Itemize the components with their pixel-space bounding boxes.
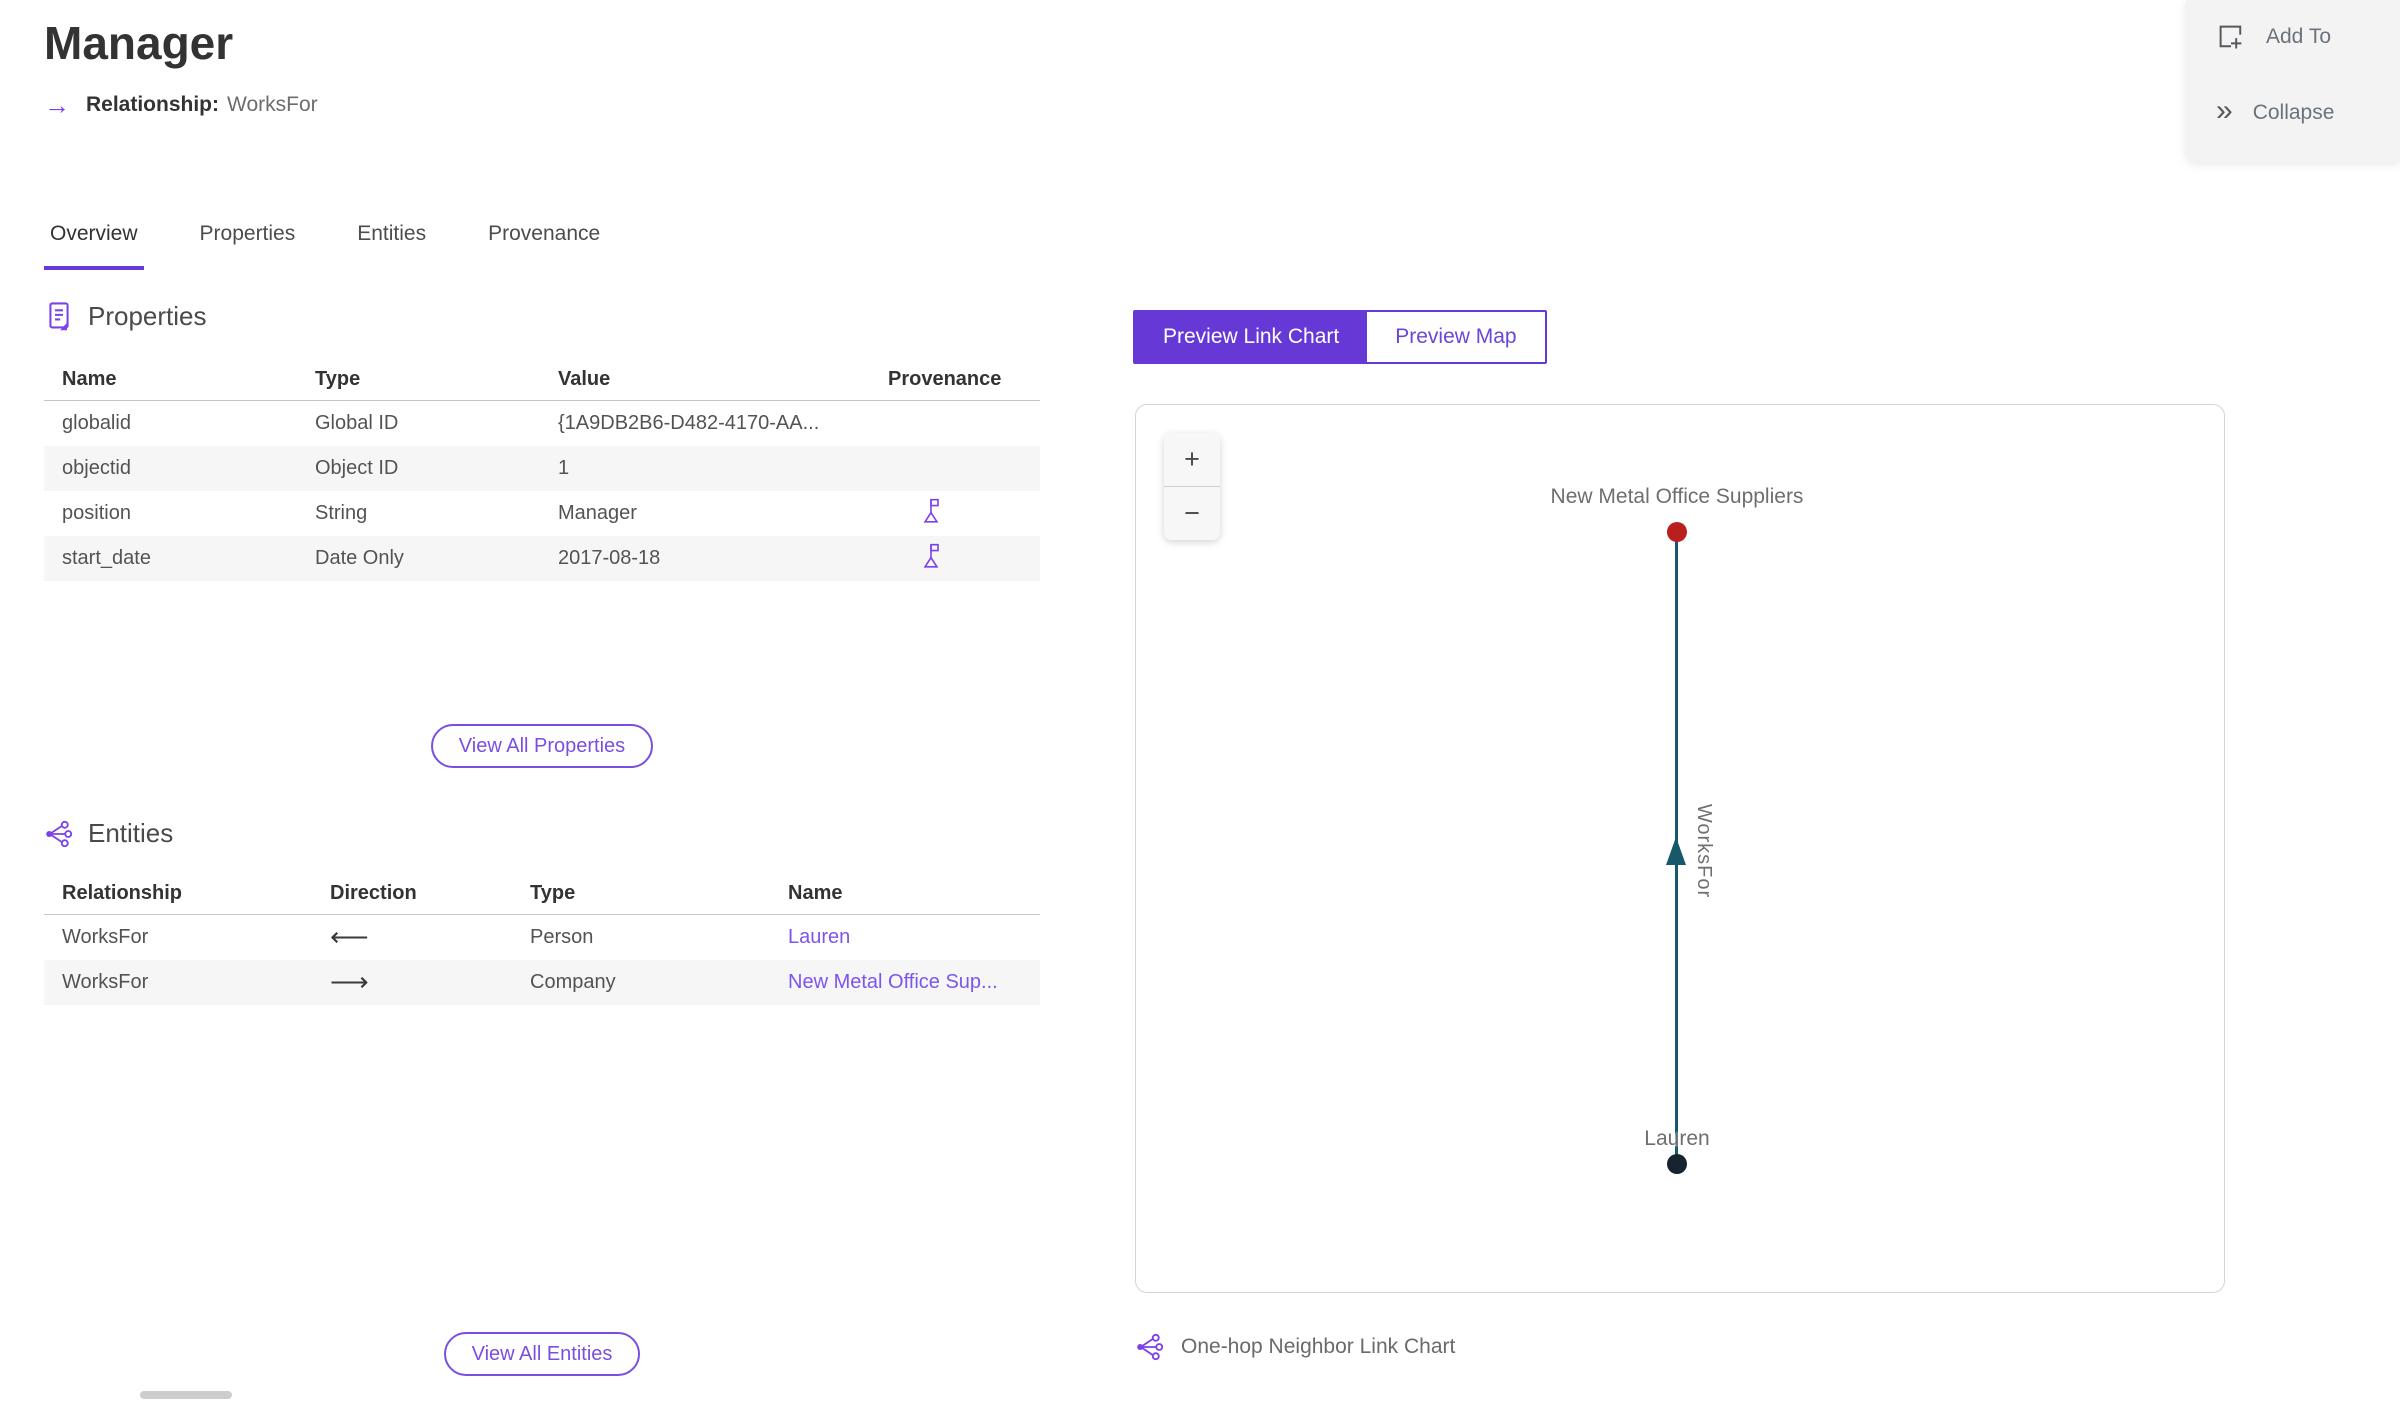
direction-left-arrow-icon: ⟵ [330, 922, 369, 952]
relationship-value: WorksFor [227, 93, 318, 116]
node-label-company: New Metal Office Suppliers [1550, 485, 1804, 508]
chart-caption-label: One-hop Neighbor Link Chart [1181, 1335, 1456, 1358]
collapse-button[interactable]: » Collapse [2216, 96, 2335, 126]
entities-section-heading: Entities [44, 818, 173, 849]
prop-value: 2017-08-18 [558, 547, 661, 569]
prop-type: Date Only [315, 547, 404, 569]
view-all-properties-button[interactable]: View All Properties [430, 724, 654, 768]
collapse-icon: » [2216, 94, 2233, 127]
properties-section-heading: Properties [44, 300, 207, 332]
entities-icon [44, 819, 74, 849]
entities-table-header: Relationship Direction Type Name [44, 872, 1040, 915]
prop-name: objectid [62, 457, 131, 479]
provenance-flag-icon[interactable] [920, 497, 942, 525]
col-name: Name [788, 881, 843, 904]
add-to-label: Add To [2266, 25, 2331, 48]
provenance-flag-icon[interactable] [920, 542, 942, 570]
entity-relationship: WorksFor [62, 926, 149, 948]
prop-name: position [62, 502, 131, 524]
prop-name: start_date [62, 547, 151, 569]
node-company[interactable] [1667, 522, 1687, 542]
direction-right-arrow-icon: ⟶ [330, 967, 369, 997]
one-hop-link-chart-icon [1135, 1332, 1165, 1362]
action-panel: Add To » Collapse [2186, 0, 2400, 162]
page-title: Manager [44, 17, 234, 69]
tab-bar: Overview Properties Entities Provenance [44, 222, 606, 270]
prop-name: globalid [62, 412, 131, 434]
col-name: Name [62, 367, 117, 390]
chart-caption: One-hop Neighbor Link Chart [1135, 1332, 1455, 1362]
table-row: start_date Date Only 2017-08-18 [44, 536, 1040, 581]
col-direction: Direction [330, 881, 417, 904]
prop-type: Global ID [315, 412, 399, 434]
horizontal-scrollbar[interactable] [140, 1391, 232, 1399]
entities-section-title: Entities [88, 818, 174, 848]
properties-section-title: Properties [88, 300, 207, 331]
relationship-arrow-icon: → [44, 90, 70, 120]
col-type: Type [315, 367, 361, 390]
zoom-out-button[interactable]: − [1164, 486, 1220, 540]
table-row: globalid Global ID {1A9DB2B6-D482-4170-A… [44, 401, 1040, 446]
relationship-label: Relationship: [86, 93, 220, 116]
prop-value: Manager [558, 502, 637, 524]
prop-value: {1A9DB2B6-D482-4170-AA... [558, 412, 820, 434]
entity-type: Company [530, 971, 616, 993]
col-value: Value [558, 367, 611, 390]
prop-type: Object ID [315, 457, 399, 479]
relationship-subtitle: → Relationship: WorksFor [44, 92, 318, 118]
preview-toggle: Preview Link Chart Preview Map [1133, 310, 1547, 364]
entity-relationship: WorksFor [62, 971, 149, 993]
node-person[interactable] [1667, 1154, 1687, 1174]
properties-table-header: Name Type Value Provenance [44, 358, 1040, 401]
table-row: WorksFor ⟶ Company New Metal Office Sup.… [44, 960, 1040, 1005]
preview-map-button[interactable]: Preview Map [1367, 312, 1545, 362]
entity-name-link[interactable]: Lauren [788, 926, 1040, 949]
tab-entities[interactable]: Entities [351, 222, 432, 270]
properties-table: Name Type Value Provenance globalid Glob… [44, 358, 1040, 581]
tab-provenance[interactable]: Provenance [482, 222, 606, 270]
link-chart-canvas[interactable]: + − WorksFor New Metal Office Suppliers … [1135, 404, 2225, 1293]
edge-arrowhead-icon [1666, 837, 1686, 865]
col-relationship: Relationship [62, 881, 183, 904]
zoom-in-button[interactable]: + [1164, 433, 1220, 486]
table-row: WorksFor ⟵ Person Lauren [44, 915, 1040, 960]
entities-table: Relationship Direction Type Name WorksFo… [44, 872, 1040, 1005]
relationship-detail-page: Manager → Relationship: WorksFor Add To … [0, 0, 2400, 1401]
col-type: Type [530, 881, 576, 904]
view-all-entities-button[interactable]: View All Entities [443, 1332, 641, 1376]
edge-label: WorksFor [1693, 803, 1715, 899]
entity-name-link[interactable]: New Metal Office Sup... [788, 971, 1040, 994]
col-provenance: Provenance [888, 367, 1002, 390]
entity-type: Person [530, 926, 594, 948]
table-row: objectid Object ID 1 [44, 446, 1040, 491]
table-row: position String Manager [44, 491, 1040, 536]
preview-link-chart-button[interactable]: Preview Link Chart [1135, 312, 1368, 362]
prop-type: String [315, 502, 368, 524]
properties-icon [44, 300, 74, 332]
node-label-person: Lauren [1644, 1127, 1710, 1150]
zoom-control: + − [1164, 433, 1220, 540]
tab-overview[interactable]: Overview [44, 222, 144, 270]
add-to-icon [2216, 22, 2246, 52]
prop-value: 1 [558, 457, 570, 479]
collapse-label: Collapse [2252, 101, 2335, 124]
add-to-button[interactable]: Add To [2216, 22, 2331, 52]
tab-properties[interactable]: Properties [194, 222, 302, 270]
